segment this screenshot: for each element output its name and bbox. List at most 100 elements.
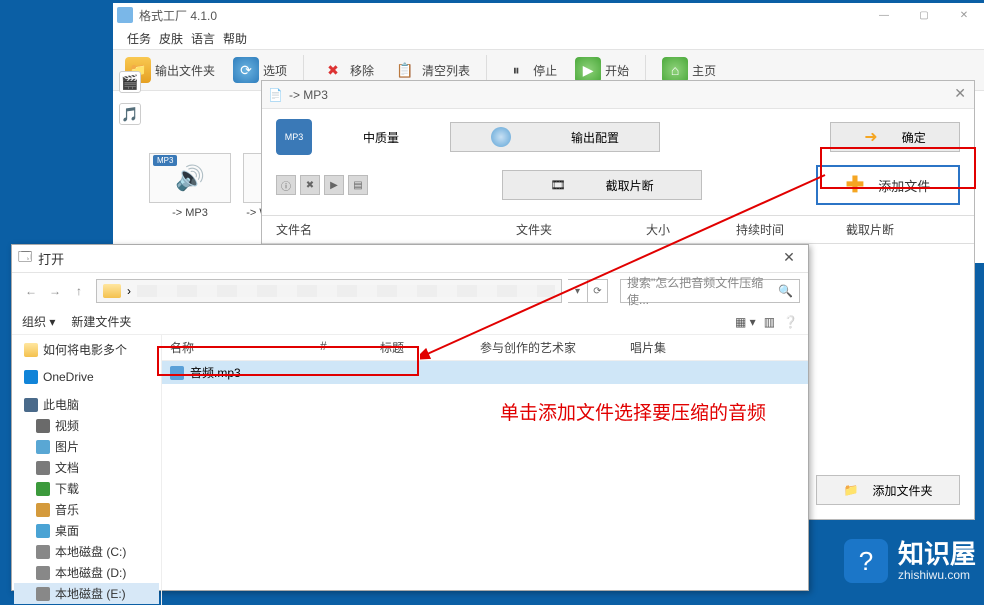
- ok-button[interactable]: ➜ 确定: [830, 122, 960, 152]
- mp3-close-button[interactable]: ✕: [954, 85, 966, 102]
- sidebar-icons: 🎬 🎵: [119, 71, 141, 125]
- disk-icon: [36, 587, 50, 601]
- file-name-label: 音频.mp3: [190, 364, 241, 381]
- preview-pane-button[interactable]: ▥: [764, 315, 775, 329]
- add-file-label: 添加文件: [878, 176, 930, 195]
- col-filename[interactable]: 文件名: [276, 221, 506, 238]
- format-card-mp3[interactable]: MP3🔊 -> MP3: [149, 153, 231, 219]
- audio-category-icon[interactable]: 🎵: [119, 103, 141, 125]
- open-close-button[interactable]: ✕: [776, 249, 802, 266]
- view-options-button[interactable]: ▦ ▾: [735, 315, 756, 329]
- organize-label: 组织: [22, 315, 46, 329]
- tree-disk-d[interactable]: 本地磁盘 (D:): [14, 562, 159, 583]
- mp3-icon-label: MP3: [285, 132, 304, 142]
- help-button[interactable]: ❔: [783, 315, 798, 329]
- search-icon: 🔍: [778, 284, 793, 298]
- col-size[interactable]: 大小: [646, 221, 726, 238]
- mp3-icon: MP3: [276, 119, 312, 155]
- tree-label: OneDrive: [43, 370, 94, 384]
- tree-music[interactable]: 音乐: [14, 499, 159, 520]
- tree-desktop[interactable]: 桌面: [14, 520, 159, 541]
- menu-help[interactable]: 帮助: [223, 30, 247, 47]
- video-icon: [36, 419, 50, 433]
- tree-label: 图片: [55, 438, 79, 455]
- menu-skin[interactable]: 皮肤: [159, 30, 183, 47]
- titlebar: 格式工厂 4.1.0 — ▢ ✕: [113, 3, 984, 27]
- clip-button[interactable]: 🎞 截取片断: [502, 170, 702, 200]
- file-list: 名称 # 标题 参与创作的艺术家 唱片集 音频.mp3: [162, 335, 808, 605]
- file-row[interactable]: 音频.mp3: [162, 361, 808, 384]
- tree-this-pc[interactable]: 此电脑: [14, 394, 159, 415]
- back-button[interactable]: ←: [20, 280, 42, 302]
- play-button[interactable]: ▶: [324, 175, 344, 195]
- col-clip[interactable]: 截取片断: [846, 221, 926, 238]
- video-category-icon[interactable]: 🎬: [119, 71, 141, 93]
- file-grid-header: 文件名 文件夹 大小 持续时间 截取片断: [262, 215, 974, 244]
- pc-icon: [24, 398, 38, 412]
- add-file-button[interactable]: ✚ 添加文件: [816, 165, 960, 205]
- tree-folder[interactable]: 如何将电影多个: [14, 339, 159, 360]
- disk-icon: [36, 566, 50, 580]
- open-titlebar: 🗔 打开 ✕: [12, 245, 808, 273]
- desktop-icon: [36, 524, 50, 538]
- minimize-button[interactable]: —: [864, 3, 904, 27]
- output-config-button[interactable]: 输出配置: [450, 122, 660, 152]
- col-title[interactable]: 标题: [380, 339, 480, 356]
- menu-task[interactable]: 任务: [127, 30, 151, 47]
- search-input[interactable]: 搜索"怎么把音频文件压缩使... 🔍: [620, 279, 800, 303]
- tree-videos[interactable]: 视频: [14, 415, 159, 436]
- tree-onedrive[interactable]: OneDrive: [14, 368, 159, 386]
- watermark: ? 知识屋 zhishiwu.com: [844, 539, 976, 583]
- ok-label: 确定: [902, 129, 926, 146]
- add-folder-button[interactable]: 📁 添加文件夹: [816, 475, 960, 505]
- brand-icon: ?: [844, 539, 888, 583]
- film-icon: 🎞: [550, 178, 565, 192]
- col-artist[interactable]: 参与创作的艺术家: [480, 339, 630, 356]
- tree-disk-e[interactable]: 本地磁盘 (E:): [14, 583, 159, 604]
- breadcrumb-sep: ›: [127, 284, 131, 298]
- speaker-icon: 🔊: [175, 164, 205, 193]
- remove-label: 移除: [350, 62, 374, 79]
- forward-button[interactable]: →: [44, 280, 66, 302]
- download-icon: [36, 482, 50, 496]
- up-button[interactable]: ↑: [68, 280, 90, 302]
- doc-icon: [36, 461, 50, 475]
- mini-controls: ⓘ ✖ ▶ ▤: [276, 175, 368, 195]
- tree-label: 本地磁盘 (D:): [55, 564, 126, 581]
- menu-language[interactable]: 语言: [191, 30, 215, 47]
- col-folder[interactable]: 文件夹: [516, 221, 636, 238]
- info-button[interactable]: ⓘ: [276, 175, 296, 195]
- tree-downloads[interactable]: 下载: [14, 478, 159, 499]
- list-button[interactable]: ▤: [348, 175, 368, 195]
- close-button[interactable]: ✕: [944, 3, 984, 27]
- brand-name: 知识屋: [898, 540, 976, 569]
- arrow-right-icon: ➜: [864, 127, 877, 147]
- col-duration[interactable]: 持续时间: [736, 221, 836, 238]
- search-placeholder: 搜索"怎么把音频文件压缩使...: [627, 274, 778, 308]
- organize-button[interactable]: 组织 ▾: [22, 313, 55, 330]
- mp3-title-label: -> MP3: [289, 88, 328, 102]
- annotation-text: 单击添加文件选择要压缩的音频: [500, 398, 766, 425]
- menubar: 任务 皮肤 语言 帮助: [113, 27, 984, 49]
- home-label: 主页: [692, 62, 716, 79]
- tree-pictures[interactable]: 图片: [14, 436, 159, 457]
- tree-documents[interactable]: 文档: [14, 457, 159, 478]
- tree-label: 此电脑: [43, 396, 79, 413]
- tree-label: 如何将电影多个: [43, 341, 127, 358]
- new-folder-button[interactable]: 新建文件夹: [71, 313, 131, 330]
- delete-button[interactable]: ✖: [300, 175, 320, 195]
- gear-icon: [491, 127, 511, 147]
- disk-icon: [36, 545, 50, 559]
- doc-icon: 📄: [268, 88, 283, 102]
- address-bar[interactable]: ›: [96, 279, 562, 303]
- dropdown-button[interactable]: ▾: [568, 279, 588, 303]
- image-icon: [36, 440, 50, 454]
- tree-disk-c[interactable]: 本地磁盘 (C:): [14, 541, 159, 562]
- col-name[interactable]: 名称: [170, 339, 320, 356]
- refresh-button[interactable]: ⟳: [588, 279, 608, 303]
- col-album[interactable]: 唱片集: [630, 339, 710, 356]
- app-title: 格式工厂 4.1.0: [139, 7, 217, 24]
- maximize-button[interactable]: ▢: [904, 3, 944, 27]
- col-track[interactable]: #: [320, 339, 380, 356]
- stop-label: 停止: [533, 62, 557, 79]
